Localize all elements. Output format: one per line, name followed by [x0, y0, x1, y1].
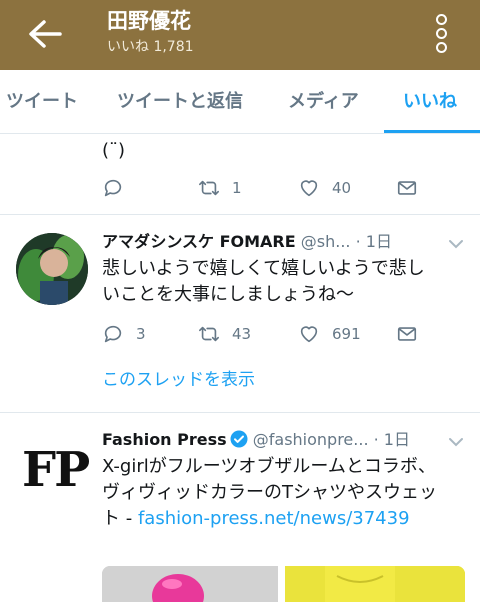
- profile-name: 田野優花: [107, 9, 191, 33]
- tab-media[interactable]: メディア: [288, 70, 359, 133]
- tweet-text: 悲しいようで嬉しくて嬉しいようで悲しいことを大事にしましょうね〜: [102, 258, 425, 305]
- tweet-time: · 1日: [355, 232, 392, 251]
- app-header: 田野優花 いいね 1,781: [0, 0, 480, 70]
- retweet-button[interactable]: 43: [198, 322, 251, 346]
- reply-button[interactable]: 3: [102, 322, 146, 346]
- envelope-icon: [397, 327, 417, 341]
- likes-count: いいね 1,781: [107, 39, 194, 55]
- reply-icon: [104, 179, 122, 197]
- active-tab-indicator: [384, 130, 480, 133]
- like-count: 40: [332, 179, 352, 197]
- show-thread-link[interactable]: このスレッドを表示: [102, 368, 255, 392]
- author-name[interactable]: アマダシンスケ FOMARE: [102, 232, 296, 251]
- back-arrow-icon[interactable]: [26, 18, 62, 50]
- tweet-header: Fashion Press @fashionpre... · 1日: [102, 428, 472, 452]
- tweet-actions: 3 43 691: [102, 322, 442, 346]
- media-image[interactable]: [102, 566, 278, 602]
- verified-badge-icon: [230, 430, 248, 448]
- heart-icon: [300, 180, 318, 197]
- media-photo: [285, 566, 465, 602]
- like-button[interactable]: 40: [298, 176, 351, 200]
- media-image[interactable]: [285, 566, 465, 602]
- tab-likes[interactable]: いいね: [403, 70, 457, 133]
- tweet-text: X-girlがフルーツオブザルームとコラボ、ヴィヴィッドカラーのTシャツやスウェ…: [102, 454, 437, 532]
- dm-share-button[interactable]: [396, 322, 418, 346]
- author-handle: @fashionpre...: [252, 430, 369, 449]
- tweet-divider: [0, 214, 480, 215]
- retweet-button[interactable]: 1: [198, 176, 242, 200]
- avatar[interactable]: [16, 233, 88, 305]
- media-photo: [102, 566, 278, 602]
- retweet-count: 43: [232, 325, 252, 343]
- chevron-down-icon[interactable]: [448, 434, 464, 450]
- reply-button[interactable]: [102, 176, 124, 200]
- tweet-divider: [0, 412, 480, 413]
- dot-icon: [436, 14, 447, 25]
- retweet-icon: [199, 180, 219, 196]
- avatar-logo[interactable]: FP: [22, 446, 90, 494]
- retweet-icon: [199, 326, 219, 342]
- profile-tabs: ツイート ツイートと返信 メディア いいね: [0, 70, 480, 134]
- more-options-icon[interactable]: [430, 14, 454, 54]
- retweet-count: 1: [232, 179, 242, 197]
- dot-icon: [436, 28, 447, 39]
- tab-tweets[interactable]: ツイート: [6, 70, 78, 133]
- envelope-icon: [397, 181, 417, 195]
- chevron-down-icon[interactable]: [448, 236, 464, 252]
- avatar-photo: [16, 233, 88, 305]
- heart-icon: [300, 326, 318, 343]
- author-handle: @sh...: [300, 232, 351, 251]
- author-name[interactable]: Fashion Press: [102, 430, 227, 449]
- tab-tweets-replies[interactable]: ツイートと返信: [117, 70, 243, 133]
- tweet-text: (¨): [102, 140, 126, 161]
- dot-icon: [436, 42, 447, 53]
- reply-count: 3: [136, 325, 146, 343]
- dm-share-button[interactable]: [396, 176, 418, 200]
- tweet-actions: 1 40: [102, 176, 442, 200]
- reply-icon: [104, 325, 122, 343]
- article-link[interactable]: fashion-press.net/news/37439: [138, 508, 410, 529]
- tweet-time: · 1日: [373, 430, 410, 449]
- like-button[interactable]: 691: [298, 322, 361, 346]
- like-count: 691: [332, 325, 361, 343]
- tweet-header: アマダシンスケ FOMARE @sh... · 1日: [102, 230, 472, 254]
